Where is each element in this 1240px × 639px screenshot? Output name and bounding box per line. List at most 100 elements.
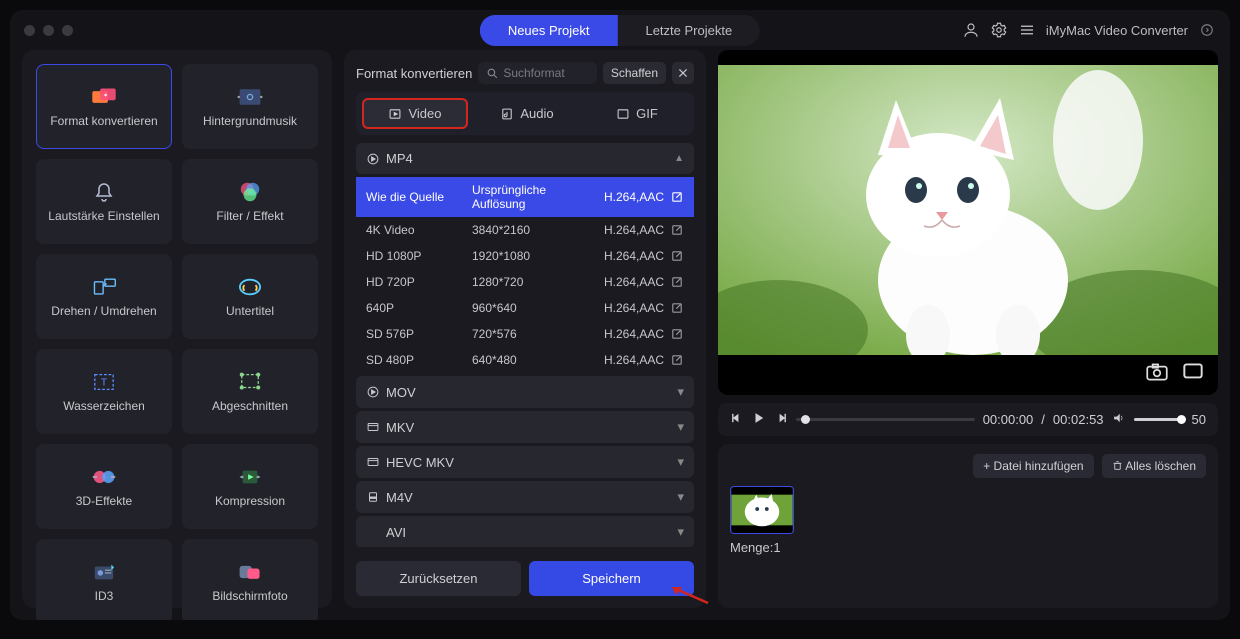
tool-label: Kompression bbox=[215, 494, 285, 508]
format-name: MP4 bbox=[386, 151, 413, 166]
crop-icon bbox=[237, 371, 263, 393]
tool-volume[interactable]: Lautstärke Einstellen bbox=[36, 159, 172, 244]
video-preview bbox=[718, 50, 1218, 395]
queue-count-value: 1 bbox=[773, 540, 780, 555]
reset-button[interactable]: Zurücksetzen bbox=[356, 561, 521, 596]
tool-label: ID3 bbox=[95, 589, 114, 603]
minimize-window-icon[interactable] bbox=[43, 25, 54, 36]
preset-row[interactable]: SD 576P 720*576 H.264,AAC bbox=[356, 321, 694, 347]
format-hevcmkv-header[interactable]: HEVC MKV ▾ bbox=[356, 446, 694, 478]
tab-recent-projects[interactable]: Letzte Projekte bbox=[617, 15, 760, 46]
menu-icon[interactable] bbox=[1018, 21, 1036, 39]
tool-label: 3D-Effekte bbox=[76, 494, 132, 508]
format-icon bbox=[366, 152, 380, 166]
format-mp4-header[interactable]: MP4 ▲ bbox=[356, 143, 694, 174]
bell-icon bbox=[91, 181, 117, 203]
edit-icon[interactable] bbox=[670, 223, 684, 237]
edit-icon[interactable] bbox=[670, 327, 684, 341]
format-mkv-header[interactable]: MKV ▾ bbox=[356, 411, 694, 443]
tool-label: Lautstärke Einstellen bbox=[48, 209, 159, 223]
save-button[interactable]: Speichern bbox=[529, 561, 694, 596]
queue-thumbnails bbox=[730, 486, 1206, 534]
tool-compress[interactable]: Kompression bbox=[182, 444, 318, 529]
topbar-right: iMyMac Video Converter bbox=[962, 21, 1216, 39]
clear-all-button[interactable]: Alles löschen bbox=[1102, 454, 1206, 478]
preset-codec: H.264,AAC bbox=[604, 301, 664, 315]
tool-format-convert[interactable]: Format konvertieren bbox=[36, 64, 172, 149]
preset-row[interactable]: HD 720P 1280*720 H.264,AAC bbox=[356, 269, 694, 295]
user-icon[interactable] bbox=[962, 21, 980, 39]
edit-icon[interactable] bbox=[670, 190, 684, 204]
preset-row[interactable]: SD 480P 640*480 H.264,AAC bbox=[356, 347, 694, 373]
tool-watermark[interactable]: T Wasserzeichen bbox=[36, 349, 172, 434]
tool-id3[interactable]: ID3 bbox=[36, 539, 172, 620]
preset-row[interactable]: 640P 960*640 H.264,AAC bbox=[356, 295, 694, 321]
tab-label: Video bbox=[408, 106, 441, 121]
close-icon bbox=[677, 67, 689, 79]
tool-label: Abgeschnitten bbox=[212, 399, 288, 413]
filter-icon bbox=[237, 181, 263, 203]
edit-icon[interactable] bbox=[670, 249, 684, 263]
tool-rotate[interactable]: Drehen / Umdrehen bbox=[36, 254, 172, 339]
tab-audio[interactable]: Audio bbox=[476, 98, 578, 129]
tool-label: Drehen / Umdrehen bbox=[51, 304, 156, 318]
next-button[interactable] bbox=[774, 411, 788, 428]
format-m4v-header[interactable]: M4V ▾ bbox=[356, 481, 694, 513]
progress-bar[interactable] bbox=[796, 418, 975, 421]
subtitle-icon bbox=[237, 276, 263, 298]
chevron-right-icon[interactable] bbox=[1198, 21, 1216, 39]
volume-value: 50 bbox=[1192, 412, 1206, 427]
audio-icon bbox=[500, 107, 514, 121]
preview-image bbox=[718, 65, 1218, 355]
preset-row[interactable]: Wie die Quelle Ursprüngliche Auflösung H… bbox=[356, 177, 694, 217]
tab-label: Audio bbox=[520, 106, 553, 121]
chevron-down-icon: ▾ bbox=[677, 454, 684, 470]
format-name: M4V bbox=[386, 490, 413, 505]
preset-name: 4K Video bbox=[366, 223, 466, 237]
format-name: MOV bbox=[386, 385, 416, 400]
edit-icon[interactable] bbox=[670, 275, 684, 289]
preset-row[interactable]: 4K Video 3840*2160 H.264,AAC bbox=[356, 217, 694, 243]
tab-new-project[interactable]: Neues Projekt bbox=[480, 15, 618, 46]
search-placeholder: Suchformat bbox=[503, 66, 564, 80]
preview-overlay-buttons bbox=[1142, 359, 1208, 385]
tool-label: Filter / Effekt bbox=[216, 209, 283, 223]
tool-filter[interactable]: Filter / Effekt bbox=[182, 159, 318, 244]
tool-label: Untertitel bbox=[226, 304, 274, 318]
tool-subtitle[interactable]: Untertitel bbox=[182, 254, 318, 339]
screenshot-icon bbox=[237, 561, 263, 583]
prev-button[interactable] bbox=[730, 411, 744, 428]
app-name-label: iMyMac Video Converter bbox=[1046, 23, 1188, 38]
preset-res: 720*576 bbox=[472, 327, 598, 341]
tool-label: Bildschirmfoto bbox=[212, 589, 287, 603]
volume-icon[interactable] bbox=[1112, 411, 1126, 428]
tool-bg-music[interactable]: Hintergrundmusik bbox=[182, 64, 318, 149]
edit-icon[interactable] bbox=[670, 353, 684, 367]
format-mov-header[interactable]: MOV ▾ bbox=[356, 376, 694, 408]
edit-icon[interactable] bbox=[670, 301, 684, 315]
create-button[interactable]: Schaffen bbox=[603, 62, 666, 84]
fullscreen-button[interactable] bbox=[1178, 359, 1208, 385]
tool-3d[interactable]: 3D-Effekte bbox=[36, 444, 172, 529]
preset-res: 640*480 bbox=[472, 353, 598, 367]
tool-crop[interactable]: Abgeschnitten bbox=[182, 349, 318, 434]
queue-item[interactable] bbox=[730, 486, 794, 534]
window-controls bbox=[24, 25, 73, 36]
search-input[interactable]: Suchformat bbox=[478, 62, 597, 84]
chevron-up-icon: ▲ bbox=[674, 153, 684, 164]
volume-slider[interactable] bbox=[1134, 418, 1184, 421]
close-window-icon[interactable] bbox=[24, 25, 35, 36]
maximize-window-icon[interactable] bbox=[62, 25, 73, 36]
settings-icon[interactable] bbox=[990, 21, 1008, 39]
play-button[interactable] bbox=[752, 411, 766, 428]
snapshot-button[interactable] bbox=[1142, 359, 1172, 385]
tab-video[interactable]: Video bbox=[362, 98, 468, 129]
add-file-button[interactable]: + Datei hinzufügen bbox=[973, 454, 1093, 478]
close-panel-button[interactable] bbox=[672, 62, 694, 84]
convert-icon bbox=[91, 86, 117, 108]
format-avi-header[interactable]: AVI ▾ bbox=[356, 516, 694, 547]
tool-screenshot[interactable]: Bildschirmfoto bbox=[182, 539, 318, 620]
preset-row[interactable]: HD 1080P 1920*1080 H.264,AAC bbox=[356, 243, 694, 269]
compress-icon bbox=[237, 466, 263, 488]
tab-gif[interactable]: GIF bbox=[586, 98, 688, 129]
